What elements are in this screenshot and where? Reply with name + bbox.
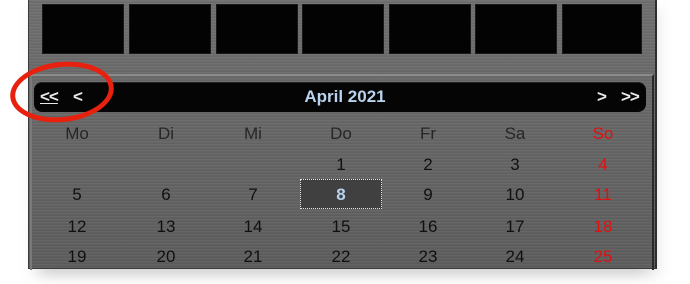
top-tile — [216, 4, 298, 54]
day-cell[interactable]: 24 — [485, 246, 545, 268]
top-tile — [562, 4, 642, 54]
weekday-header: Fr — [419, 124, 437, 143]
day-cell[interactable]: 9 — [398, 184, 458, 206]
weekday-header: Di — [157, 124, 175, 143]
day-cell[interactable]: 19 — [47, 246, 107, 268]
day-cell[interactable]: 1 — [311, 154, 371, 176]
weekday-header: Sa — [504, 124, 526, 143]
day-cell[interactable]: 18 — [573, 216, 633, 238]
day-cell[interactable]: 21 — [223, 246, 283, 268]
next-month-button[interactable]: > — [597, 86, 607, 108]
day-cell[interactable]: 25 — [573, 246, 633, 268]
day-cell[interactable]: 14 — [223, 216, 283, 238]
top-tile — [389, 4, 471, 54]
day-cell[interactable]: 16 — [398, 216, 458, 238]
day-cell[interactable]: 2 — [398, 154, 458, 176]
day-cell[interactable]: 15 — [311, 216, 371, 238]
day-cell[interactable]: 4 — [573, 154, 633, 176]
day-cell[interactable]: 17 — [485, 216, 545, 238]
day-cell[interactable]: 12 — [47, 216, 107, 238]
top-tile — [129, 4, 211, 54]
day-cell[interactable]: 6 — [136, 184, 196, 206]
day-cell[interactable]: 7 — [223, 184, 283, 206]
day-cell[interactable]: 23 — [398, 246, 458, 268]
day-cell[interactable]: 3 — [485, 154, 545, 176]
weekday-header: So — [592, 124, 614, 143]
day-cell[interactable]: 22 — [311, 246, 371, 268]
day-cell[interactable]: 11 — [573, 184, 633, 206]
day-cell[interactable]: 20 — [136, 246, 196, 268]
top-tile — [42, 4, 124, 54]
day-cell[interactable]: 5 — [47, 184, 107, 206]
day-cell[interactable]: 10 — [485, 184, 545, 206]
top-tile — [302, 4, 384, 54]
top-tile — [475, 4, 557, 54]
weekday-header: Mo — [65, 124, 89, 143]
weekday-header: Do — [330, 124, 352, 143]
day-cell[interactable]: 13 — [136, 216, 196, 238]
weekday-header: Mi — [244, 124, 262, 143]
next-year-button[interactable]: >> — [621, 86, 640, 108]
day-cell-selected[interactable]: 8 — [311, 184, 371, 206]
